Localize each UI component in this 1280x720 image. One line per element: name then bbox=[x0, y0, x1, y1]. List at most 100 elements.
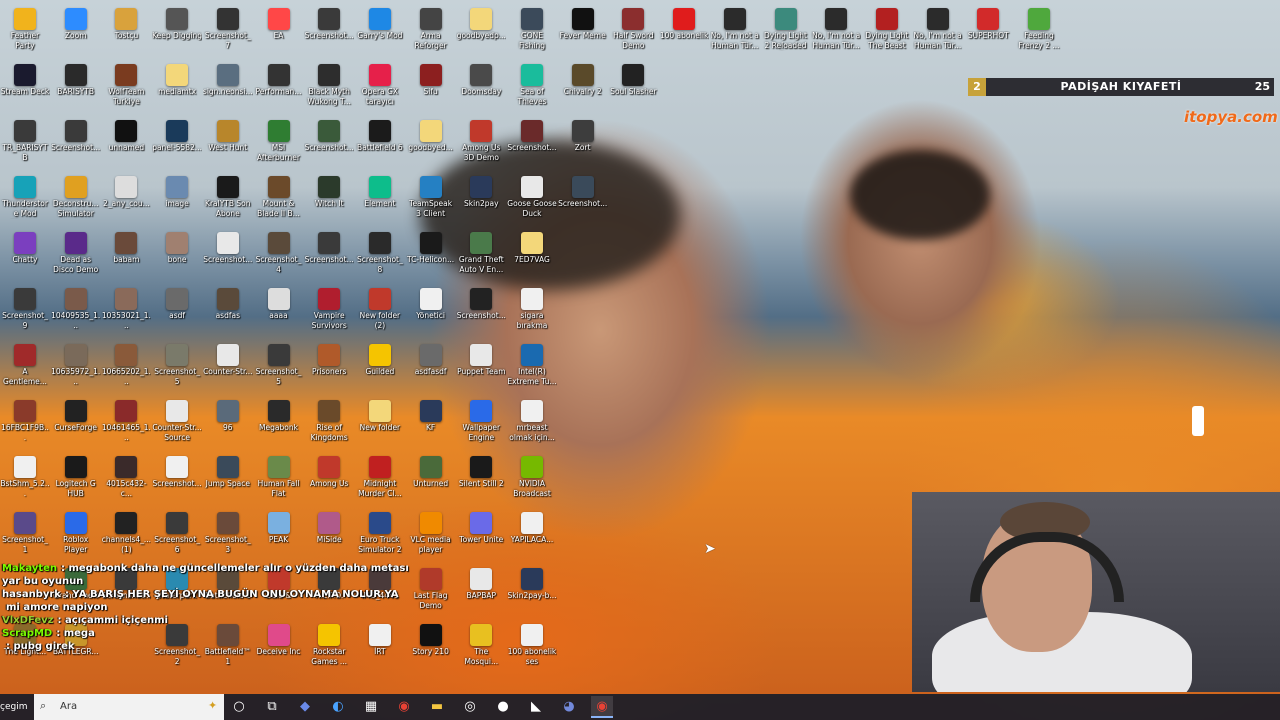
copilot-icon[interactable]: ◐ bbox=[327, 696, 349, 718]
desktop-icon[interactable]: A Gentleme... bbox=[0, 340, 50, 396]
desktop-icon[interactable]: VLC media player bbox=[406, 508, 456, 564]
desktop-icon[interactable]: Prisoners bbox=[304, 340, 354, 396]
steam-icon[interactable]: ◎ bbox=[459, 696, 481, 718]
obs-icon[interactable]: ● bbox=[492, 696, 514, 718]
desktop-icon[interactable]: Zoom bbox=[51, 4, 101, 60]
desktop-icon[interactable]: channels4_... (1) bbox=[101, 508, 151, 564]
desktop-icon[interactable]: Screenshot... bbox=[203, 228, 253, 284]
desktop-icon[interactable]: Skin2pay-b... bbox=[507, 564, 557, 620]
desktop-icon[interactable]: 16FBC1F9B... bbox=[0, 396, 50, 452]
desktop-icon[interactable]: No, I'm not a Human Tür... bbox=[710, 4, 760, 60]
desktop-icon[interactable]: BAPBAP bbox=[456, 564, 506, 620]
desktop-icon[interactable]: Midnight Murder Cl... bbox=[355, 452, 405, 508]
desktop-icon[interactable]: WolfTeam Turkiye bbox=[101, 60, 151, 116]
desktop-icon[interactable]: SUPERHOT bbox=[963, 4, 1013, 60]
desktop-icon[interactable]: mrbeast olmak için... bbox=[507, 396, 557, 452]
task-view-icon[interactable]: ⧉ bbox=[261, 696, 283, 718]
desktop-icon[interactable]: Deconstru... Simulator bbox=[51, 172, 101, 228]
desktop-icon[interactable]: Unturned bbox=[406, 452, 456, 508]
desktop-icon[interactable]: Screenshot... bbox=[152, 452, 202, 508]
desktop-icon[interactable]: Screenshot_7 bbox=[203, 4, 253, 60]
desktop-icon[interactable]: asdfas bbox=[203, 284, 253, 340]
desktop-icon[interactable]: sign.neonsi... bbox=[203, 60, 253, 116]
desktop-icon[interactable]: MiSide bbox=[304, 508, 354, 564]
desktop-icon[interactable]: Dying Light 2 Reloaded E... bbox=[761, 4, 811, 60]
desktop-icon[interactable]: Zort bbox=[558, 116, 608, 172]
desktop-icon[interactable]: 10409535_1... bbox=[51, 284, 101, 340]
desktop-icon[interactable]: Dead as Disco Demo bbox=[51, 228, 101, 284]
desktop-icon[interactable]: Screenshot... bbox=[456, 284, 506, 340]
cortana-icon[interactable]: ○ bbox=[228, 696, 250, 718]
file-explorer-icon[interactable]: ▬ bbox=[426, 696, 448, 718]
desktop-icon[interactable]: GONE Fishing bbox=[507, 4, 557, 60]
desktop-icon[interactable]: Doomsday bbox=[456, 60, 506, 116]
desktop-icon[interactable]: YAPILACA... bbox=[507, 508, 557, 564]
desktop-icon[interactable]: Element bbox=[355, 172, 405, 228]
desktop-icon[interactable]: Screenshot... bbox=[558, 172, 608, 228]
desktop-icon[interactable]: Yönetici bbox=[406, 284, 456, 340]
desktop-icon[interactable]: Feather Party bbox=[0, 4, 50, 60]
desktop-icon[interactable]: Screenshot... bbox=[304, 116, 354, 172]
desktop-icon[interactable]: TR_BARISYTB bbox=[0, 116, 50, 172]
desktop-icon[interactable]: image bbox=[152, 172, 202, 228]
desktop-icon[interactable]: KralYTB Son Abone bbox=[203, 172, 253, 228]
desktop-icon[interactable]: Screenshot... bbox=[51, 116, 101, 172]
desktop-icon[interactable]: Garry's Mod bbox=[355, 4, 405, 60]
desktop-icon[interactable]: Jump Space bbox=[203, 452, 253, 508]
desktop-icon[interactable]: Sifu bbox=[406, 60, 456, 116]
desktop-icon[interactable]: Stream Deck bbox=[0, 60, 50, 116]
desktop-icon[interactable]: CurseForge bbox=[51, 396, 101, 452]
desktop-icon[interactable]: 10665202_1... bbox=[101, 340, 151, 396]
desktop-icon[interactable]: Arma Reforger bbox=[406, 4, 456, 60]
desktop-icon[interactable]: Counter-Str... Source bbox=[152, 396, 202, 452]
chrome-active-icon[interactable]: ◉ bbox=[591, 696, 613, 718]
desktop-icon[interactable]: Chatty bbox=[0, 228, 50, 284]
desktop-icon[interactable]: 100 abonelik bbox=[659, 4, 709, 60]
desktop-icon[interactable]: NVIDIA Broadcast bbox=[507, 452, 557, 508]
desktop-icon[interactable]: Screenshot_6 bbox=[152, 508, 202, 564]
desktop-icon[interactable]: 7ED7VAG bbox=[507, 228, 557, 284]
desktop-icon[interactable]: Among Us bbox=[304, 452, 354, 508]
desktop-icon[interactable]: 10635972_1... bbox=[51, 340, 101, 396]
desktop-icon[interactable]: Screenshot_8 bbox=[355, 228, 405, 284]
desktop-icon[interactable]: Screenshot_4 bbox=[254, 228, 304, 284]
desktop-icon[interactable]: Screenshot... bbox=[304, 4, 354, 60]
desktop-icon[interactable]: Witch It bbox=[304, 172, 354, 228]
taskbar-search-box[interactable]: ⌕ Ara ✦ bbox=[34, 694, 224, 720]
desktop-icon[interactable]: Roblox Player bbox=[51, 508, 101, 564]
desktop-icon[interactable]: Screenshot_5 bbox=[254, 340, 304, 396]
app-icon[interactable]: ◣ bbox=[525, 696, 547, 718]
desktop-icon[interactable]: Sea of Thieves bbox=[507, 60, 557, 116]
desktop-icon[interactable]: Screenshot... bbox=[304, 228, 354, 284]
desktop-icon[interactable]: Fever Meme bbox=[558, 4, 608, 60]
desktop-icon[interactable]: BstShm_5.2... bbox=[0, 452, 50, 508]
desktop-icon[interactable]: Human Fall Flat bbox=[254, 452, 304, 508]
desktop-icon[interactable]: No, I'm not a Human Tür... bbox=[913, 4, 963, 60]
desktop-icon[interactable]: Screenshot_1 bbox=[0, 508, 50, 564]
desktop-icon[interactable]: Wallpaper Engine bbox=[456, 396, 506, 452]
desktop-icon[interactable]: panel-5582... bbox=[152, 116, 202, 172]
desktop-icon[interactable]: Tower Unite bbox=[456, 508, 506, 564]
desktop-icon[interactable]: asdf bbox=[152, 284, 202, 340]
desktop-icon[interactable]: Mount & Blade II B... bbox=[254, 172, 304, 228]
start-button[interactable]: çegim bbox=[0, 694, 30, 720]
desktop-icon[interactable]: Counter-Str... bbox=[203, 340, 253, 396]
desktop-icon[interactable]: asdfasdf bbox=[406, 340, 456, 396]
desktop-icon[interactable]: 100 abonelik ses bbox=[507, 620, 557, 676]
desktop-icon[interactable]: TeamSpeak 3 Client bbox=[406, 172, 456, 228]
desktop-icon[interactable]: Screenshot_5 bbox=[152, 340, 202, 396]
desktop-icon[interactable]: Screenshot... bbox=[507, 116, 557, 172]
desktop-icon[interactable]: Screenshot_9 bbox=[0, 284, 50, 340]
desktop-icon[interactable]: BARISYTB bbox=[51, 60, 101, 116]
desktop-icon[interactable]: unnamed bbox=[101, 116, 151, 172]
desktop-icon[interactable]: Euro Truck Simulator 2 bbox=[355, 508, 405, 564]
desktop-icon[interactable]: EA bbox=[254, 4, 304, 60]
desktop-icon[interactable]: Intel(R) Extreme Tu... bbox=[507, 340, 557, 396]
desktop-icon[interactable]: Half Sword Demo bbox=[608, 4, 658, 60]
desktop-icon[interactable]: New folder bbox=[355, 396, 405, 452]
calculator-icon[interactable]: ▦ bbox=[360, 696, 382, 718]
desktop-icon[interactable]: Vampire Survivors bbox=[304, 284, 354, 340]
desktop-icon[interactable]: KF bbox=[406, 396, 456, 452]
desktop-icon[interactable]: 10353021_1... bbox=[101, 284, 151, 340]
desktop-icon[interactable]: No, I'm not a Human Tür... bbox=[811, 4, 861, 60]
